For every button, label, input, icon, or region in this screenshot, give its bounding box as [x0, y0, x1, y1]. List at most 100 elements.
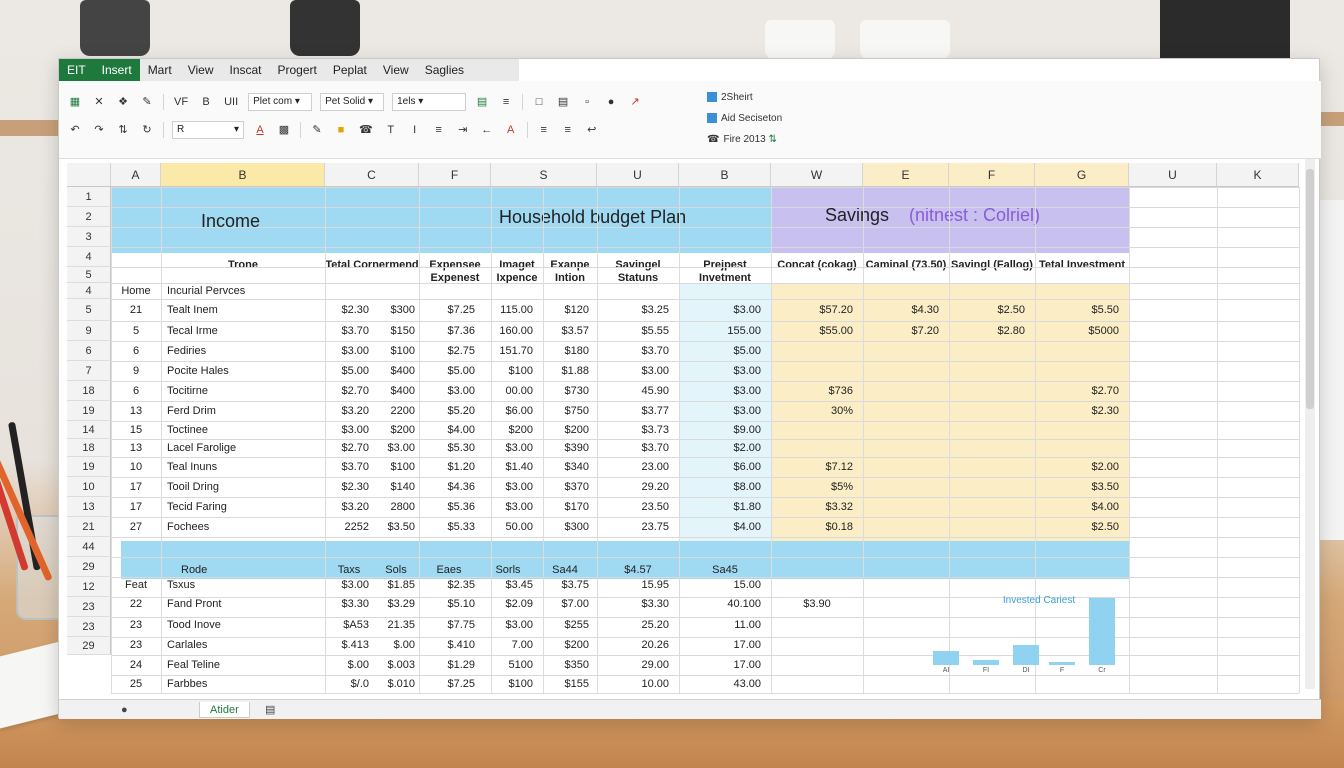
table-cell[interactable] [863, 497, 943, 517]
table-cell[interactable] [597, 283, 673, 299]
table-cell[interactable]: Tecid Faring [161, 497, 325, 517]
table-cell[interactable]: $3.00 [419, 381, 479, 401]
row-header[interactable]: 4 [67, 247, 111, 267]
chart-bar[interactable] [933, 650, 959, 665]
row-header[interactable]: 7 [67, 361, 111, 381]
chart-bar[interactable] [973, 659, 999, 665]
table-cell[interactable] [949, 401, 1029, 421]
table-cell[interactable]: $3.57 [537, 321, 593, 341]
summary-cell[interactable]: Rode [161, 563, 325, 577]
sort-icon[interactable]: ⇅ [115, 121, 131, 139]
table-cell[interactable]: Tood Inove [161, 615, 325, 635]
row-header[interactable]: 19 [67, 457, 111, 477]
column-header[interactable]: K [1217, 163, 1299, 187]
table-cell[interactable] [537, 283, 593, 299]
table-cell[interactable]: 5 [111, 321, 161, 341]
table-format-icon[interactable]: ▤ [474, 93, 490, 111]
table-cell[interactable]: $2.70 [1035, 381, 1123, 401]
table-cell[interactable]: $2.35 [419, 577, 479, 593]
table-cell[interactable]: $3.00 [325, 421, 373, 439]
table-cell[interactable]: 29.20 [597, 477, 673, 497]
table-cell[interactable]: 6 [111, 341, 161, 361]
table-cell[interactable]: $7.25 [419, 675, 479, 693]
underline-button[interactable]: UII [222, 93, 240, 111]
table-cell[interactable]: $8.00 [679, 477, 765, 497]
table-cell[interactable]: $2.70 [325, 381, 373, 401]
table-cell[interactable]: $5.00 [679, 341, 765, 361]
table-cell[interactable]: $3.00 [679, 381, 765, 401]
table-cell[interactable]: $6.00 [479, 401, 537, 421]
align-center-icon[interactable]: ≡ [560, 121, 576, 139]
table-cell[interactable]: $4.36 [419, 477, 479, 497]
wrap-icon[interactable]: ↩ [584, 121, 600, 139]
table-cell[interactable]: 7.00 [479, 635, 537, 655]
table-cell[interactable]: 155.00 [679, 321, 765, 341]
table-cell[interactable]: Teal Inuns [161, 457, 325, 477]
table-cell[interactable]: $3.00 [373, 439, 419, 457]
brush-icon[interactable]: ✎ [309, 121, 325, 139]
table-cell[interactable]: $5000 [1035, 321, 1123, 341]
row-header[interactable]: 10 [67, 477, 111, 497]
table-cell[interactable]: $2.70 [325, 439, 373, 457]
table-cell[interactable] [949, 361, 1029, 381]
phone-icon[interactable]: ☎ [357, 121, 375, 139]
table-cell[interactable]: 21.35 [373, 615, 419, 635]
table-cell[interactable]: 15 [111, 421, 161, 439]
table-cell[interactable] [771, 421, 857, 439]
table-cell[interactable]: 13 [111, 439, 161, 457]
table-cell[interactable]: $400 [373, 361, 419, 381]
table-cell[interactable]: $3.70 [597, 439, 673, 457]
table-cell[interactable] [771, 577, 863, 593]
scroll-thumb[interactable] [1306, 169, 1314, 409]
table-cell[interactable]: $5.00 [419, 361, 479, 381]
summary-cell[interactable]: Sa45 [679, 563, 771, 577]
table-cell[interactable] [373, 283, 419, 299]
menu-view-2[interactable]: View [375, 59, 417, 81]
menu-progert[interactable]: Progert [270, 59, 325, 81]
table-cell[interactable]: $4.30 [863, 299, 943, 321]
italic-icon[interactable]: I [407, 121, 423, 139]
table-cell[interactable]: 115.00 [479, 299, 537, 321]
summary-cell[interactable]: Taxs [325, 563, 373, 577]
table-cell[interactable]: $55.00 [771, 321, 857, 341]
row-header[interactable]: 19 [67, 401, 111, 421]
table-cell[interactable]: 151.70 [479, 341, 537, 361]
table-cell[interactable]: $7.25 [419, 299, 479, 321]
row-header[interactable]: 29 [67, 637, 111, 655]
table-cell[interactable]: $730 [537, 381, 593, 401]
table-cell[interactable]: $5.55 [597, 321, 673, 341]
column-header[interactable]: A [111, 163, 161, 187]
side-item[interactable]: ☎ Fire 2013 ⇅ [707, 129, 782, 150]
table-cell[interactable]: $7.20 [863, 321, 943, 341]
table-cell[interactable]: Fediries [161, 341, 325, 361]
table-cell[interactable]: 5100 [479, 655, 537, 675]
sheet-menu-icon[interactable]: ▤ [255, 702, 285, 718]
table-cell[interactable]: $4.00 [419, 421, 479, 439]
table-cell[interactable]: $.00 [373, 635, 419, 655]
table-cell[interactable]: 25 [111, 675, 161, 693]
table-cell[interactable] [479, 283, 537, 299]
table-cell[interactable]: $155 [537, 675, 593, 693]
summary-cell[interactable]: Sorls [479, 563, 537, 577]
table-cell[interactable]: 45.90 [597, 381, 673, 401]
row-header[interactable]: 1 [67, 187, 111, 207]
table-cell[interactable]: $200 [373, 421, 419, 439]
table-cell[interactable]: Tealt Inem [161, 299, 325, 321]
table-cell[interactable]: $.413 [325, 635, 373, 655]
table-cell[interactable]: 23.75 [597, 517, 673, 537]
text-color-icon[interactable]: A [503, 121, 519, 139]
table-cell[interactable]: $3.32 [771, 497, 857, 517]
table-cell[interactable]: 160.00 [479, 321, 537, 341]
chart-bar[interactable] [1013, 645, 1039, 665]
row-header[interactable]: 29 [67, 557, 111, 577]
row-header[interactable]: 21 [67, 517, 111, 537]
menu-inscat[interactable]: Inscat [221, 59, 269, 81]
table-cell[interactable]: Tooil Dring [161, 477, 325, 497]
table-cell[interactable]: Incurial Pervces [161, 283, 325, 299]
row-header[interactable]: 5 [67, 267, 111, 283]
bold-button[interactable]: B [198, 93, 214, 111]
refresh-icon[interactable]: ↻ [139, 121, 155, 139]
table-cell[interactable]: $3.00 [479, 615, 537, 635]
table-cell[interactable] [949, 457, 1029, 477]
column-header[interactable]: E [863, 163, 949, 187]
